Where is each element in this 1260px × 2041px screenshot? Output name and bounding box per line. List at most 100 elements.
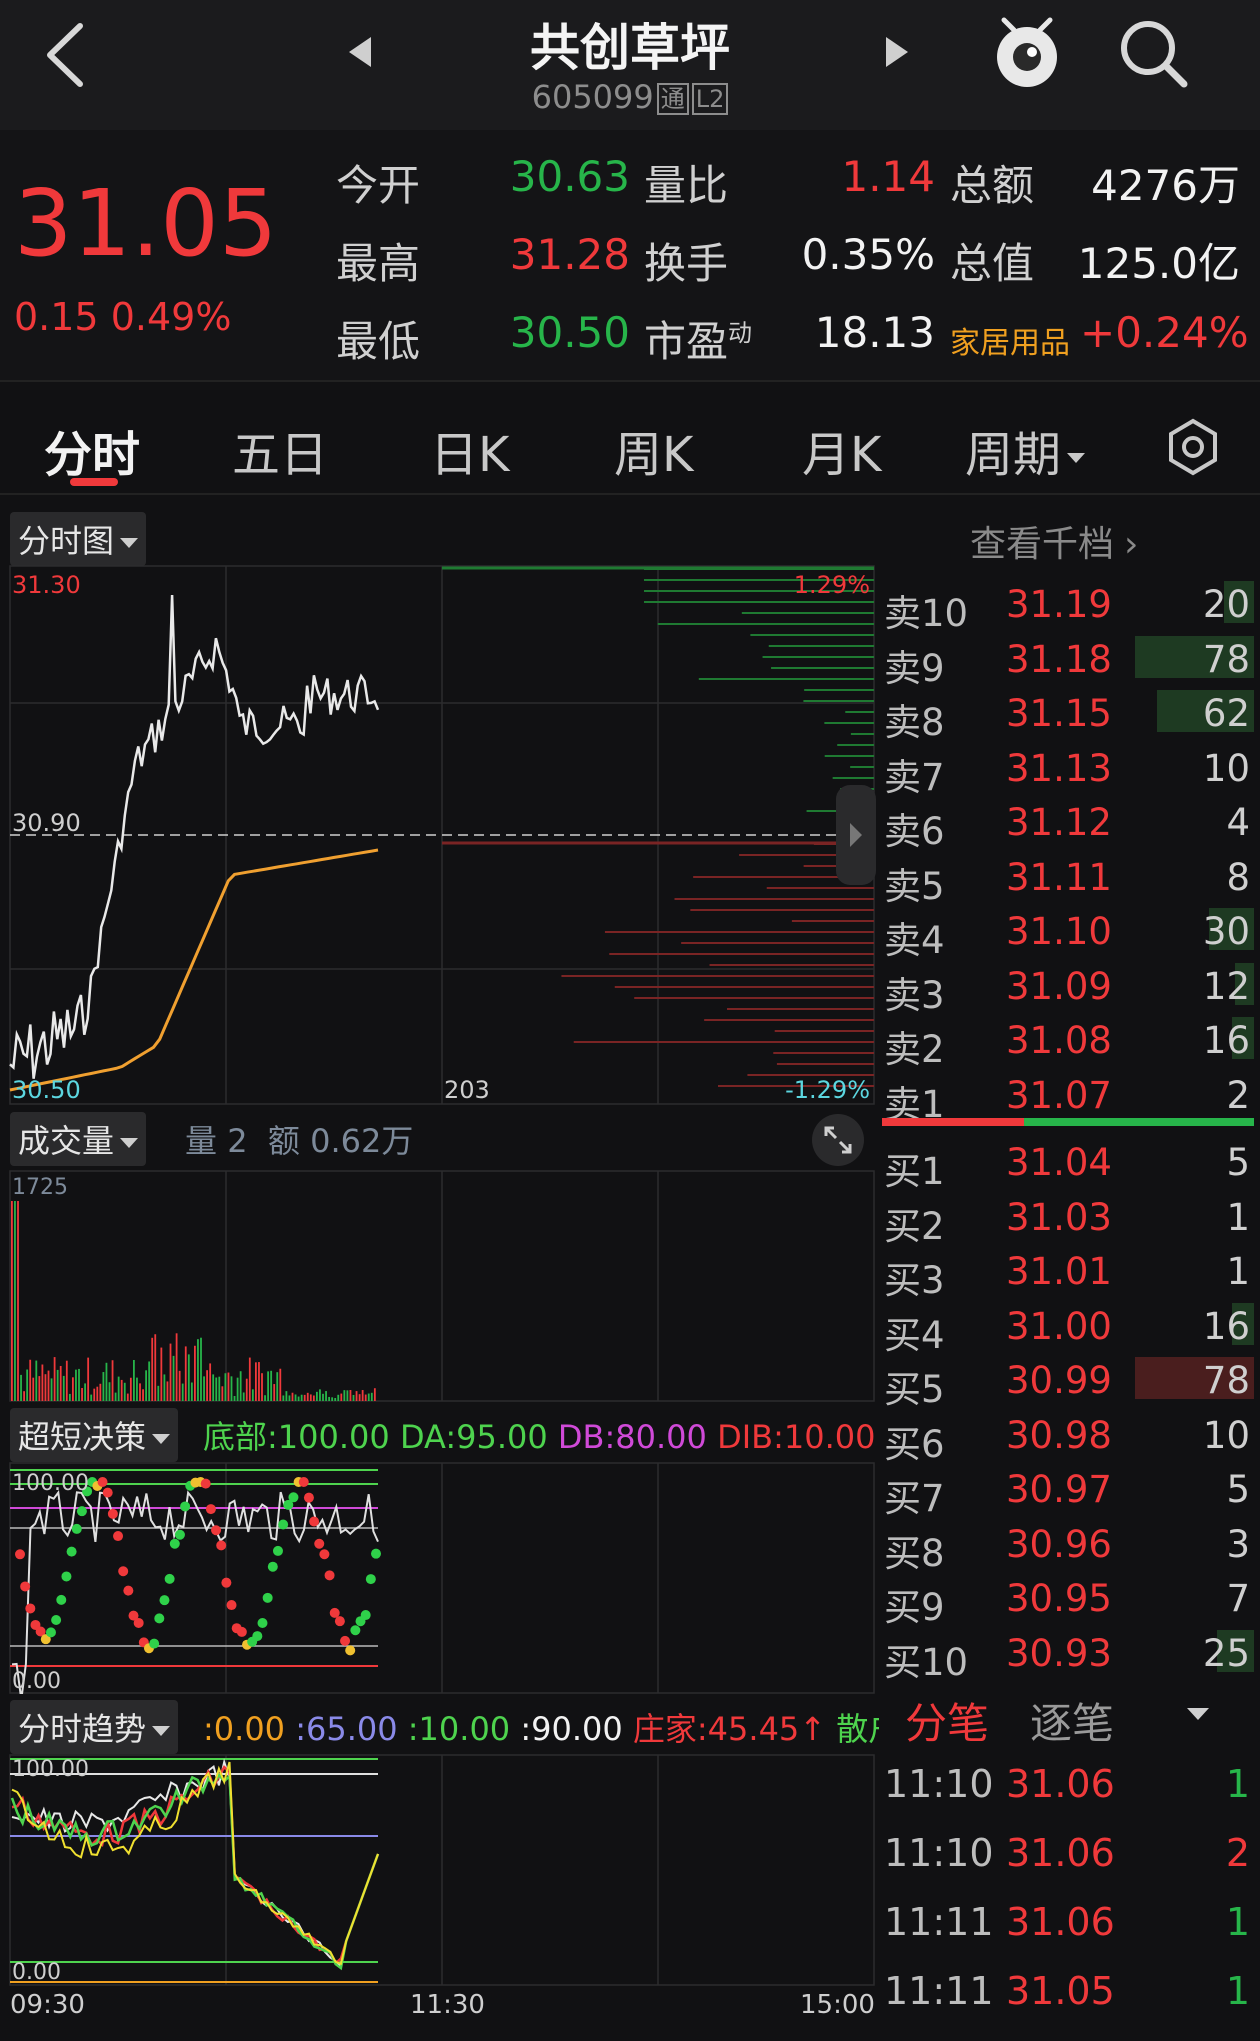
bid-row[interactable]: 买5 30.99 78 [882,1351,1254,1411]
volume-bar [370,1392,373,1401]
ask-row[interactable]: 卖4 31.10 30 [882,902,1254,962]
volume-bar [267,1371,269,1401]
decision-blob [298,1477,309,1487]
volume-bar [273,1384,276,1401]
trend-panel-label[interactable]: 分时趋势 [10,1700,179,1754]
volume-bar [212,1374,215,1401]
next-stock-icon[interactable] [882,35,912,69]
volume-bar [59,1365,62,1401]
decision-blob [61,1571,72,1582]
chevron-down-icon[interactable] [1185,1705,1211,1723]
bid-row[interactable]: 买9 30.95 7 [882,1569,1254,1629]
ask-row[interactable]: 卖6 31.12 4 [882,793,1254,853]
stock-name: 共创草坪 [530,19,730,77]
level-price: 31.03 [1006,1195,1112,1239]
trend-panel-text: 分时趋势 [18,1710,147,1748]
mascot-icon[interactable] [992,12,1062,92]
level-price: 31.07 [1006,1073,1112,1117]
volume-bar [367,1393,370,1401]
volume-bar [343,1390,346,1401]
bid-row[interactable]: 买1 31.04 5 [882,1133,1254,1193]
sector-change: +0.24% [1080,308,1249,357]
vol-ratio-value: 1.14 [841,152,935,201]
tab-month-k[interactable]: 月K [802,415,881,485]
volume-chart[interactable]: 1725 [0,1170,880,1402]
tab-period[interactable]: 周期 [965,415,1086,485]
volume-panel-label[interactable]: 成交量 [10,1112,147,1166]
tab-week-k[interactable]: 周K [614,415,693,485]
decision-blob [56,1594,67,1605]
decision-blob [51,1614,62,1625]
tick-price: 31.05 [1006,1969,1115,2013]
change-percent: 0.49% [110,295,232,339]
vol-ratio-label: 量比 [644,161,729,210]
decision-panel-label[interactable]: 超短决策 [10,1408,179,1462]
bid-row[interactable]: 买6 30.98 10 [882,1406,1254,1466]
volume-bar [181,1383,184,1401]
decision-blob [267,1561,278,1572]
intraday-price-chart[interactable]: 31.30 30.90 30.50 1.29% -1.29% 203 [0,565,880,1105]
high-label: 最高 [336,239,421,288]
decision-blob [365,1574,376,1585]
chevron-down-icon [152,1434,171,1444]
trend-readout: :0.00 :65.00 :10.00 :90.00 庄家:45.45↑ 散户 [203,1704,879,1750]
volume-bar [236,1377,239,1401]
volume-bar [117,1376,120,1401]
tab-zhubi[interactable]: 逐笔 [1030,1690,1114,1751]
decision-blob [133,1617,144,1628]
volume-bar [178,1370,181,1401]
volume-bar [148,1361,151,1401]
bid-row[interactable]: 买2 31.03 1 [882,1188,1254,1248]
level-price: 30.95 [1006,1577,1112,1620]
tab-day-k[interactable]: 日K [430,415,509,485]
settings-icon[interactable] [1163,417,1223,477]
tab-intraday[interactable]: 分时 [44,415,140,485]
volume-bar [282,1395,285,1401]
volume-bar [248,1357,251,1401]
decision-blob [257,1618,268,1629]
ask-row[interactable]: 卖7 31.13 10 [882,739,1254,799]
view-depth-link[interactable]: 查看千档 › [970,515,1138,567]
ask-row[interactable]: 卖2 31.08 16 [882,1011,1254,1071]
trend-v3: :10.00 [407,1710,511,1748]
volume-bar [151,1337,154,1401]
ask-row[interactable]: 卖1 31.07 2 [882,1066,1254,1126]
bid-row[interactable]: 买3 31.01 1 [882,1242,1254,1302]
bid-row[interactable]: 买7 30.97 5 [882,1460,1254,1520]
chevron-down-icon [120,538,139,548]
sector-name[interactable]: 家居用品 [950,318,1070,362]
ask-row[interactable]: 卖3 31.09 12 [882,957,1254,1017]
level-price: 31.10 [1006,910,1112,953]
volume-bar [32,1377,35,1401]
level-price: 31.18 [1006,637,1112,681]
ask-row[interactable]: 卖8 31.15 62 [882,684,1254,744]
tick-qty: 1 [1225,1762,1250,1806]
change-value: 0.15 [14,295,99,339]
volume-bar [251,1389,254,1401]
ask-row[interactable]: 卖5 31.11 8 [882,848,1254,908]
volume-bar [105,1362,108,1401]
search-icon[interactable] [1118,18,1190,90]
volume-bar [62,1375,65,1401]
ask-row[interactable]: 卖10 31.19 20 [882,575,1254,635]
amount-label: 总额 [950,161,1035,210]
bid-row[interactable]: 买10 30.93 25 [882,1624,1254,1684]
intraday-panel-label[interactable]: 分时图 [10,512,147,566]
tick-time: 11:11 [884,1969,994,2013]
decision-blob [20,1581,31,1592]
level-qty: 5 [1226,1468,1250,1511]
bid-row[interactable]: 买4 31.00 16 [882,1297,1254,1357]
expand-icon[interactable] [810,1112,866,1168]
bid-row[interactable]: 买8 30.96 3 [882,1515,1254,1575]
tab-five-day[interactable]: 五日 [232,415,328,485]
tab-fenbi[interactable]: 分笔 [905,1690,989,1751]
decision-blobs [15,1477,381,1656]
chevron-right-icon: › [1124,524,1139,565]
volume-bars [11,1201,376,1401]
volume-bar [90,1394,93,1401]
trend-chart[interactable]: 100.00 0.00 [0,1754,880,1986]
decision-chart[interactable]: 100.00 0.00 [0,1462,880,1694]
decision-blob [319,1549,330,1560]
volume-bar [358,1394,361,1401]
ask-row[interactable]: 卖9 31.18 78 [882,630,1254,690]
